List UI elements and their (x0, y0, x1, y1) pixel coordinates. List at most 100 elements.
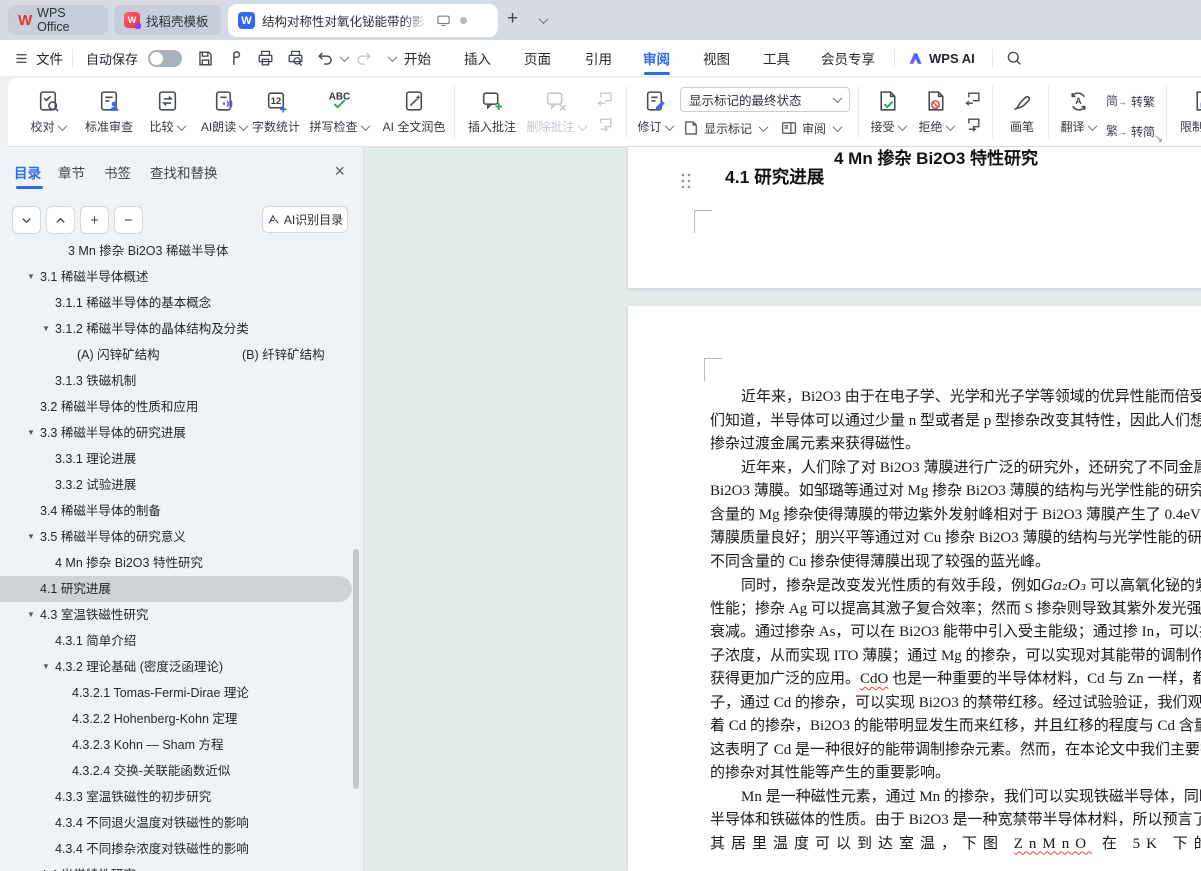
toc-item[interactable]: 4.3.4 不同掺杂浓度对铁磁性的影响 (0, 836, 363, 862)
document-text-line[interactable]: 衰减。通过掺杂 As，可以在 Bi2O3 能带中引入受主能级；通过掺 In，可以… (710, 621, 1201, 645)
simplified-to-traditional-button[interactable]: 简→ 转繁 (1106, 89, 1155, 113)
document-text-line[interactable]: 掺杂过渡金属元素来获得磁性。 (710, 433, 1201, 457)
tab-list-chevron[interactable] (536, 10, 549, 32)
toc-item[interactable]: ▼ 4.3 室温铁磁性研究 (0, 602, 363, 628)
sidebar-tab-bookmarks[interactable]: 书签 (104, 147, 131, 197)
toc-item[interactable]: ▼ 4.4 光学特性研究 (0, 862, 363, 871)
ai-polish-button[interactable]: AI 全文润色 (374, 84, 454, 142)
tab-document-active[interactable]: W 结构对称性对氧化铋能带的影 (228, 4, 498, 37)
toc-item[interactable]: 4.3.2.4 交换-关联能函数近似 (0, 758, 363, 784)
toc-item[interactable]: 4.3.2.2 Hohenberg-Kohn 定理 (0, 706, 363, 732)
document-text-line[interactable]: 获得更加广泛的应用。CdO 也是一种重要的半导体材料，Cd 与 Zn 一样，都是 (710, 668, 1201, 692)
toc-collapse-arrow-icon[interactable]: ▼ (27, 862, 35, 871)
traditional-to-simplified-button[interactable]: 繁→ 转简 (1106, 119, 1155, 143)
toc-item[interactable]: 4.3.1 简单介绍 (0, 628, 363, 654)
toc-collapse-arrow-icon[interactable]: ▼ (27, 524, 35, 550)
word-count-button[interactable]: 12 字数统计 (246, 84, 306, 142)
sidebar-tab-chapters[interactable]: 章节 (58, 147, 85, 197)
menu-tab-start[interactable]: 开始 (404, 40, 431, 76)
toc-collapse-arrow-icon[interactable]: ▼ (42, 654, 50, 680)
previous-comment-button[interactable] (594, 88, 616, 110)
document-text-line[interactable]: 含量的 Mg 掺杂使得薄膜的带边紫外发射峰相对于 Bi2O3 薄膜产生了 0.4… (710, 504, 1201, 528)
document-text-line[interactable]: 近年来，Bi2O3 由于在电子学、光学和光子学等领域的优异性能而倍受关注 (710, 386, 1201, 410)
restrict-editing-button[interactable]: 限制编辑 (1174, 84, 1201, 142)
toc-collapse-button[interactable] (46, 206, 75, 234)
ai-read-aloud-button[interactable]: AI朗读 (194, 84, 254, 142)
menu-tab-page[interactable]: 页面 (524, 40, 551, 76)
document-text-line[interactable]: 子，通过 Cd 的掺杂，可以实现 Bi2O3 的禁带红移。经过试验验证，我们观察… (710, 692, 1201, 716)
insert-comment-button[interactable]: 插入批注 (464, 84, 520, 142)
ai-recognize-toc-button[interactable]: AI识别目录 (262, 206, 348, 233)
toc-collapse-arrow-icon[interactable]: ▼ (27, 602, 35, 628)
previous-revision-button[interactable] (962, 88, 984, 110)
group-expand-arrow-icon[interactable]: ↘ (1154, 132, 1163, 145)
file-menu[interactable]: 文件 (14, 40, 63, 76)
standard-review-button[interactable]: 标准审查 (78, 84, 140, 142)
toc-expand-button[interactable] (12, 206, 41, 234)
toc-zoom-in-button[interactable]: + (80, 206, 109, 234)
toc-item[interactable]: 4.3.4 不同退火温度对铁磁性的影响 (0, 810, 363, 836)
toc-item[interactable]: 4.1 研究进展 (0, 576, 352, 602)
menu-tab-insert[interactable]: 插入 (464, 40, 491, 76)
more-commands-chevron[interactable] (387, 52, 398, 63)
menu-tab-view[interactable]: 视图 (703, 40, 730, 76)
toc-item[interactable]: 3.3.1 理论进展 (0, 446, 363, 472)
undo-button[interactable] (314, 47, 336, 69)
toc-item[interactable]: 3 Mn 掺杂 Bi2O3 稀磁半导体 (0, 238, 363, 264)
delete-comment-button[interactable]: 删除批注 (526, 84, 587, 142)
next-revision-button[interactable] (962, 114, 984, 136)
review-pane-button[interactable]: 审阅 (780, 116, 843, 140)
print-preview-button[interactable] (284, 47, 306, 69)
accept-revision-button[interactable]: 接受 (866, 84, 910, 142)
track-changes-button[interactable]: 修订 (634, 84, 676, 142)
toc-item[interactable]: ▼ 3.5 稀磁半导体的研究意义 (0, 524, 363, 550)
document-text-line[interactable]: 们知道，半导体可以通过少量 n 型或者是 p 型掺杂改变其特性，因此人们想到了 (710, 410, 1201, 434)
document-page-2[interactable]: 近年来，Bi2O3 由于在电子学、光学和光子学等领域的优异性能而倍受关注 们知道，… (628, 306, 1201, 871)
markup-state-dropdown[interactable]: 显示标记的最终状态 (680, 87, 850, 112)
export-pdf-icon[interactable] (224, 47, 246, 69)
document-text-line[interactable]: 这表明了 Cd 是一种很好的能带调制掺杂元素。然而，在本论文中我们主要探 (710, 739, 1201, 763)
document-text-line[interactable]: 同时，掺杂是改变发光性质的有效手段，例如Ga₂O₃ 可以高氧化铋的紫外 (710, 574, 1201, 598)
spell-check-button[interactable]: ABC 拼写检查 (308, 84, 370, 142)
menu-tab-member[interactable]: 会员专享 (821, 40, 875, 76)
reject-revision-button[interactable]: 拒绝 (914, 84, 958, 142)
proofread-button[interactable]: 校对 (22, 84, 74, 142)
document-body[interactable]: 近年来，Bi2O3 由于在电子学、光学和光子学等领域的优异性能而倍受关注 们知道，… (710, 386, 1201, 856)
document-text-line[interactable]: 性能；掺杂 Ag 可以提高其激子复合效率；然而 S 掺杂则导致其紫外发光强度的 (710, 598, 1201, 622)
autosave-toggle[interactable] (148, 50, 182, 67)
document-text-line[interactable]: 薄膜质量良好；朋兴平等通过对 Cu 掺杂 Bi2O3 薄膜的结构与光学性能的研究… (710, 527, 1201, 551)
document-text-line[interactable]: Bi2O3 薄膜。如邹璐等通过对 Mg 掺杂 Bi2O3 薄膜的结构与光学性能的… (710, 480, 1201, 504)
document-text-line[interactable]: 子浓度，从而实现 ITO 薄膜；通过 Mg 的掺杂，可以实现对其能带的调制作用 (710, 645, 1201, 669)
toc-item[interactable]: 4.3.2.3 Kohn — Sham 方程 (0, 732, 363, 758)
new-tab-button[interactable]: + (507, 8, 518, 30)
toc-item[interactable]: ▼ 3.1 稀磁半导体概述 (0, 264, 363, 290)
toc-collapse-arrow-icon[interactable]: ▼ (42, 316, 50, 342)
print-button[interactable] (254, 47, 276, 69)
sidebar-scrollbar-thumb[interactable] (353, 549, 359, 789)
sidebar-tab-find-replace[interactable]: 查找和替换 (150, 147, 218, 197)
pen-button[interactable]: 画笔 (1000, 84, 1044, 142)
sidebar-close-icon[interactable]: × (334, 161, 345, 181)
document-text-line[interactable]: 着 Cd 的掺杂，Bi2O3 的能带明显发生而来红移，并且红移的程度与 Cd 含… (710, 715, 1201, 739)
toc-item[interactable]: 3.3.2 试验进展 (0, 472, 363, 498)
toc-item[interactable]: 4.3.2.1 Tomas-Fermi-Dirae 理论 (0, 680, 363, 706)
toc-item[interactable]: ▼ 4.3.2 理论基础 (密度泛函理论) (0, 654, 363, 680)
toc-item[interactable]: 3.1.3 铁磁机制 (0, 368, 363, 394)
menu-tab-tools[interactable]: 工具 (763, 40, 790, 76)
toc-item[interactable]: 4 Mn 掺杂 Bi2O3 特性研究 (0, 550, 363, 576)
document-text-line[interactable]: 半导体和铁磁体的性质。由于 Bi2O3 是一种宽禁带半导体材料，所以预言了通过 (710, 809, 1201, 833)
document-page-1[interactable]: 4 Mn 掺杂 Bi2O3 特性研究 4.1 研究进展 (628, 147, 1201, 288)
wps-ai-button[interactable]: WPS AI (908, 40, 975, 76)
toc-collapse-arrow-icon[interactable]: ▼ (27, 264, 35, 290)
next-comment-button[interactable] (594, 114, 616, 136)
toc-item[interactable]: (A) 闪锌矿结构 (B) 纤锌矿结构 (0, 342, 363, 368)
toc-item[interactable]: ▼ 3.1.2 稀磁半导体的晶体结构及分类 (0, 316, 363, 342)
document-text-line[interactable]: 的掺杂对其性能等产生的重要影响。 (710, 762, 1201, 786)
redo-button-disabled[interactable] (352, 47, 374, 69)
toc-item[interactable]: ▼ 3.3 稀磁半导体的研究进展 (0, 420, 363, 446)
toc-item[interactable]: 3.1.1 稀磁半导体的基本概念 (0, 290, 363, 316)
paragraph-drag-handle-icon[interactable] (680, 172, 691, 188)
toc-zoom-out-button[interactable]: − (114, 206, 143, 234)
document-text-line[interactable]: Mn 是一种磁性元素，通过 Mn 的掺杂，我们可以实现铁磁半导体，同时 (710, 786, 1201, 810)
tab-docer-templates[interactable]: W 找稻壳模板 (114, 5, 221, 35)
